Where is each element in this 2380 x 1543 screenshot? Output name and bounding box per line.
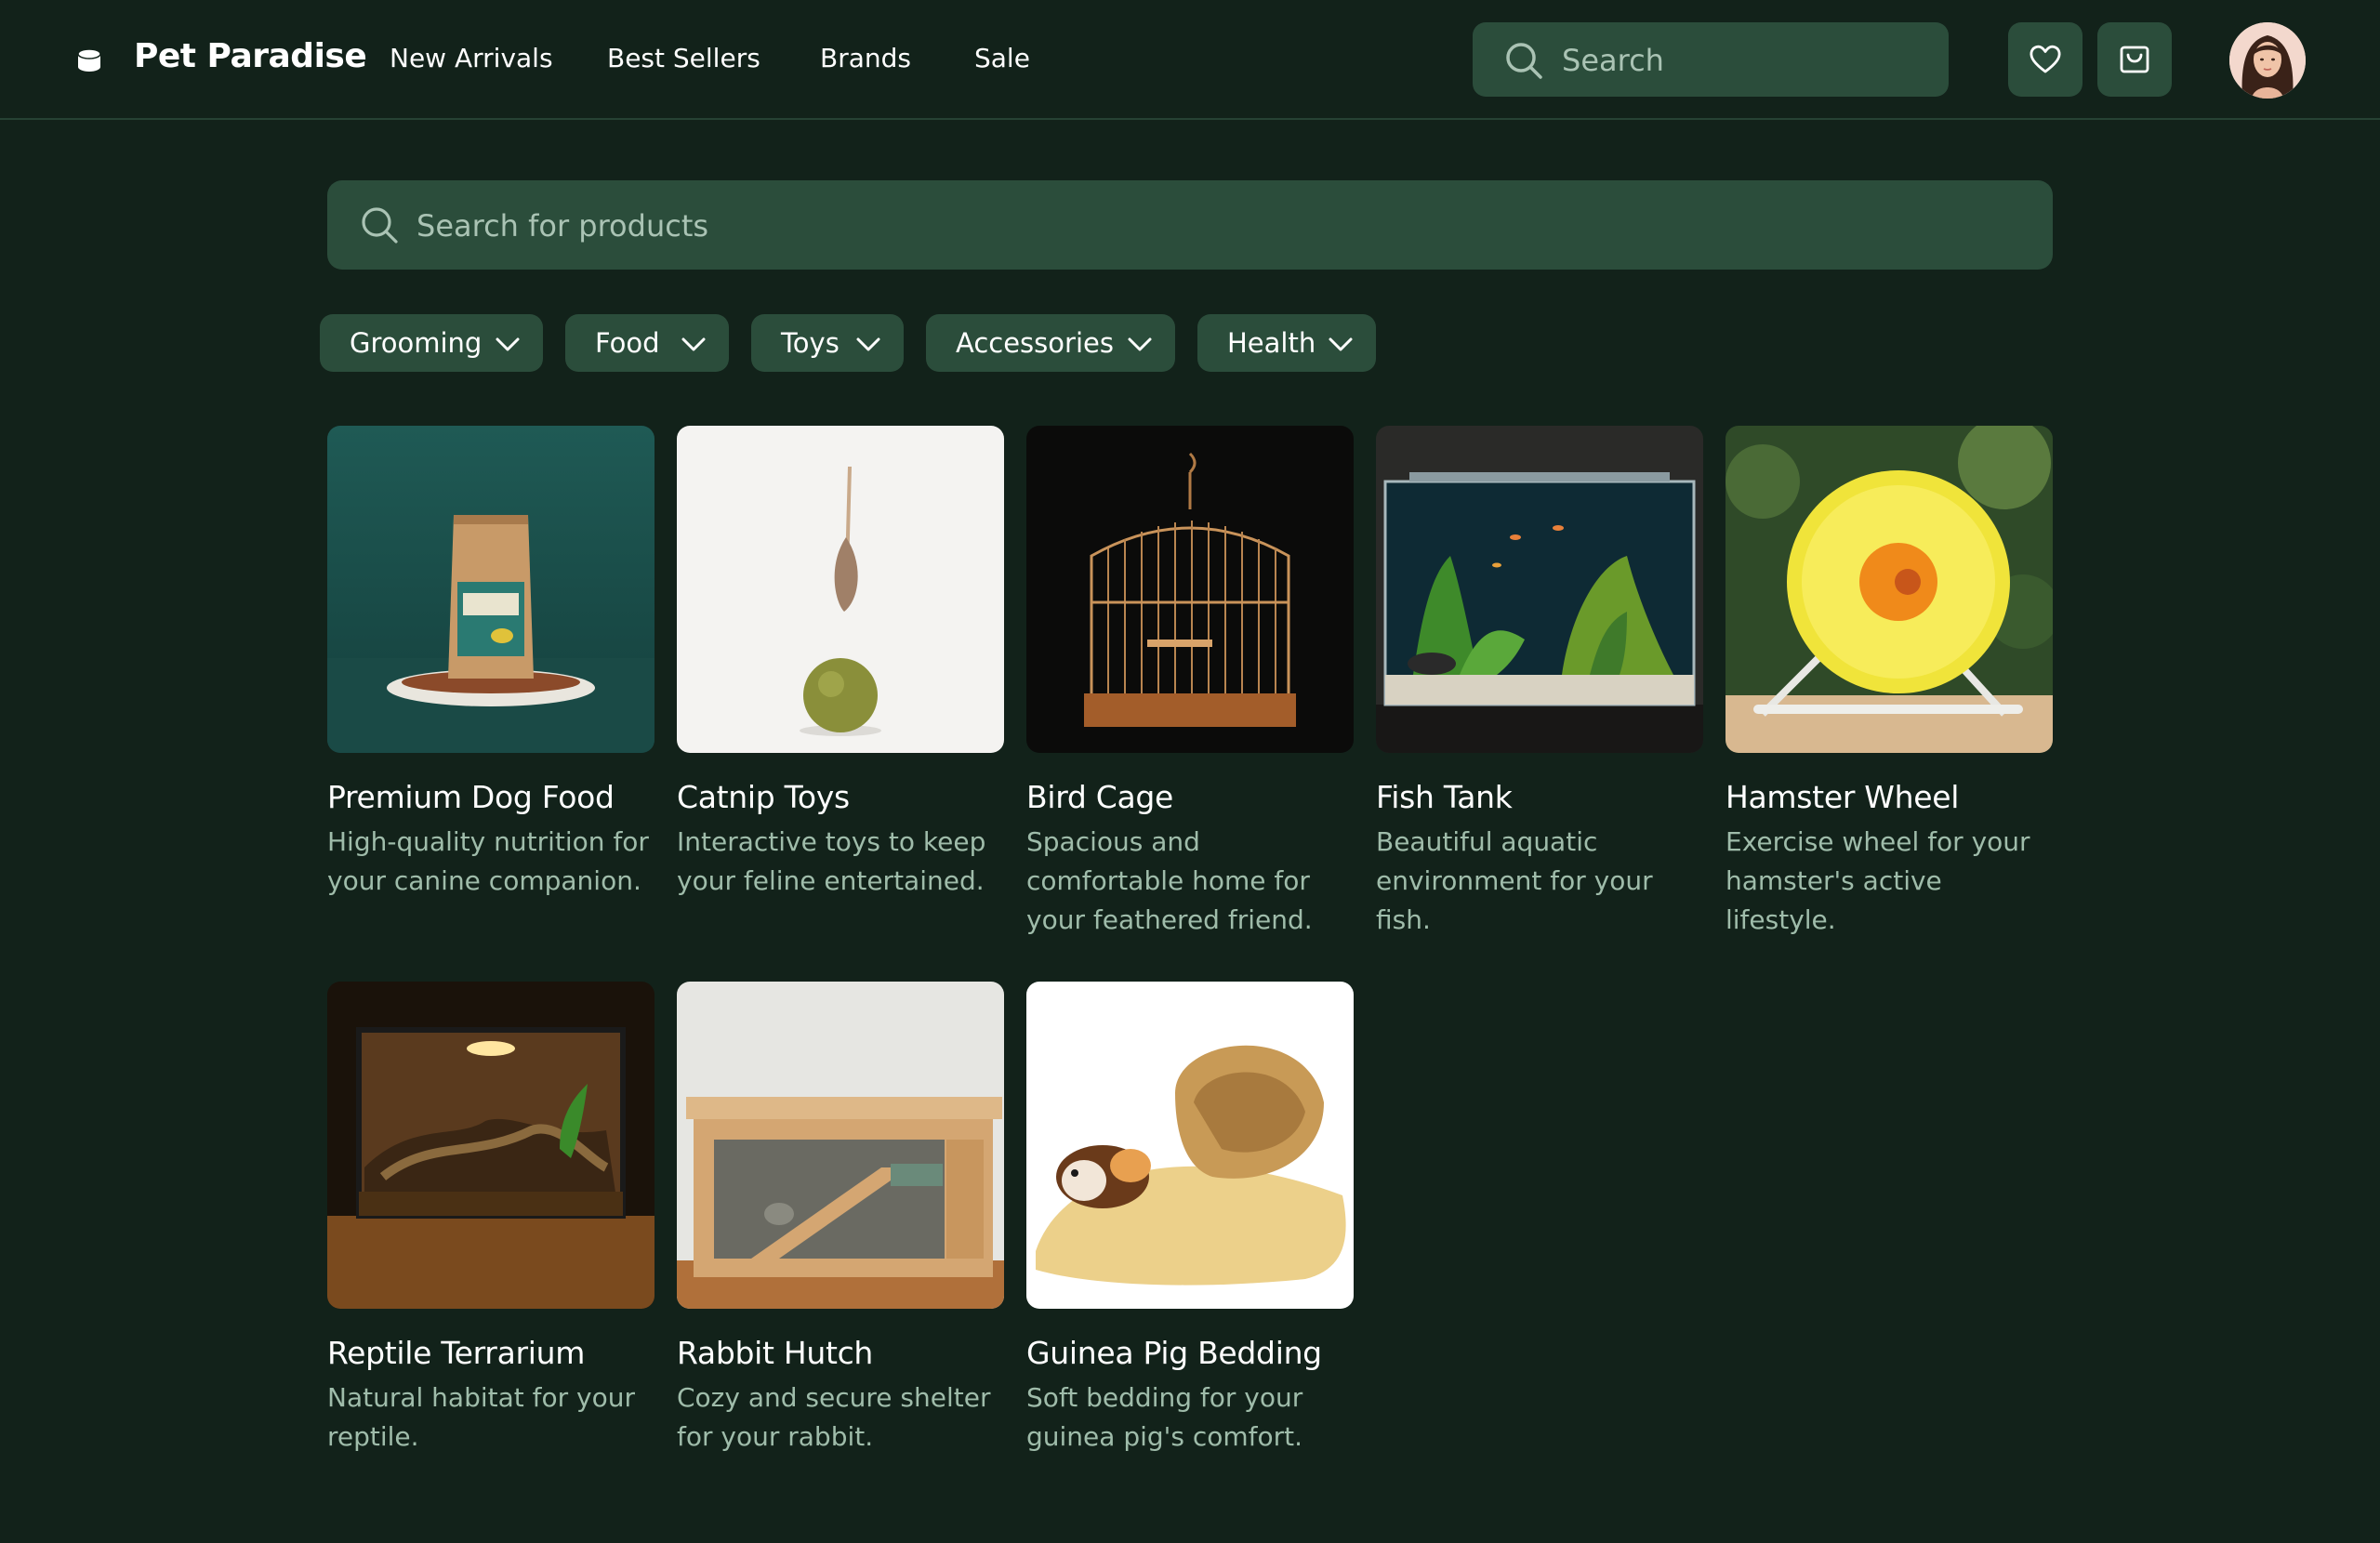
product-title: Hamster Wheel <box>1726 779 1960 815</box>
nav-brands[interactable]: Brands <box>820 43 911 73</box>
product-title: Guinea Pig Bedding <box>1026 1335 1322 1371</box>
product-description: High-quality nutrition for your canine c… <box>327 826 649 896</box>
product-title: Premium Dog Food <box>327 779 615 815</box>
product-image-hamster-wheel <box>1726 426 2053 753</box>
brand-name[interactable]: Pet Paradise <box>134 37 367 75</box>
product-title: Fish Tank <box>1376 779 1513 815</box>
chevron-down-icon <box>496 337 520 351</box>
product-description: Beautiful aquatic environment for your f… <box>1376 826 1653 935</box>
product-title: Catnip Toys <box>677 779 850 815</box>
top-header: Pet Paradise New Arrivals Best Sellers B… <box>0 0 2380 120</box>
wishlist-button[interactable] <box>2008 22 2082 97</box>
filter-health[interactable]: Health <box>1197 314 1376 372</box>
filter-toys[interactable]: Toys <box>751 314 904 372</box>
user-avatar[interactable] <box>2229 22 2306 99</box>
product-image-fish-tank <box>1376 426 1703 753</box>
nav-sale[interactable]: Sale <box>974 43 1030 73</box>
product-search-box[interactable] <box>327 180 2053 270</box>
product-description: Natural habitat for your reptile. <box>327 1382 636 1452</box>
user-portrait-image <box>2229 22 2306 99</box>
chevron-down-icon <box>681 337 706 351</box>
product-description: Interactive toys to keep your feline ent… <box>677 826 986 896</box>
shopping-bag-icon <box>2120 46 2149 73</box>
chevron-down-icon <box>1128 337 1152 351</box>
product-description: Exercise wheel for your hamster's active… <box>1726 826 2030 935</box>
product-image-guinea-pig-bedding <box>1026 982 1354 1309</box>
product-card-bird-cage[interactable]: Bird Cage Spacious and comfortable home … <box>1026 426 1354 940</box>
product-card-reptile-terrarium[interactable]: Reptile Terrarium Natural habitat for yo… <box>327 982 654 1457</box>
filter-label: Health <box>1227 327 1316 359</box>
header-search-input[interactable] <box>1562 37 1924 84</box>
logo-icon <box>77 48 101 72</box>
heart-icon <box>2030 45 2061 73</box>
product-description: Soft bedding for your guinea pig's comfo… <box>1026 1382 1303 1452</box>
product-search-input[interactable] <box>416 203 1997 249</box>
product-card-fish-tank[interactable]: Fish Tank Beautiful aquatic environment … <box>1376 426 1703 940</box>
search-icon <box>362 207 398 244</box>
product-title: Reptile Terrarium <box>327 1335 586 1371</box>
product-title: Bird Cage <box>1026 779 1174 815</box>
filter-grooming[interactable]: Grooming <box>320 314 543 372</box>
filter-accessories[interactable]: Accessories <box>926 314 1175 372</box>
filter-label: Grooming <box>350 327 483 359</box>
product-title: Rabbit Hutch <box>677 1335 874 1371</box>
header-search-box[interactable] <box>1473 22 1949 97</box>
filter-label: Accessories <box>956 327 1114 359</box>
product-card-catnip-toys[interactable]: Catnip Toys Interactive toys to keep you… <box>677 426 1004 901</box>
chevron-down-icon <box>856 337 880 351</box>
cart-button[interactable] <box>2097 22 2172 97</box>
product-description: Spacious and comfortable home for your f… <box>1026 826 1313 935</box>
nav-best-sellers[interactable]: Best Sellers <box>607 43 760 73</box>
product-image-catnip-toys <box>677 426 1004 753</box>
filter-food[interactable]: Food <box>565 314 729 372</box>
product-card-guinea-pig-bedding[interactable]: Guinea Pig Bedding Soft bedding for your… <box>1026 982 1354 1457</box>
filter-label: Toys <box>781 327 840 359</box>
product-card-rabbit-hutch[interactable]: Rabbit Hutch Cozy and secure shelter for… <box>677 982 1004 1457</box>
product-image-rabbit-hutch <box>677 982 1004 1309</box>
product-image-dog-food <box>327 426 654 753</box>
product-image-bird-cage <box>1026 426 1354 753</box>
chevron-down-icon <box>1329 337 1353 351</box>
search-icon <box>1506 43 1542 79</box>
product-card-dog-food[interactable]: Premium Dog Food High-quality nutrition … <box>327 426 654 901</box>
product-card-hamster-wheel[interactable]: Hamster Wheel Exercise wheel for your ha… <box>1726 426 2053 940</box>
product-description: Cozy and secure shelter for your rabbit. <box>677 1382 991 1452</box>
product-image-reptile-terrarium <box>327 982 654 1309</box>
filter-label: Food <box>595 327 660 359</box>
nav-new-arrivals[interactable]: New Arrivals <box>390 43 553 73</box>
